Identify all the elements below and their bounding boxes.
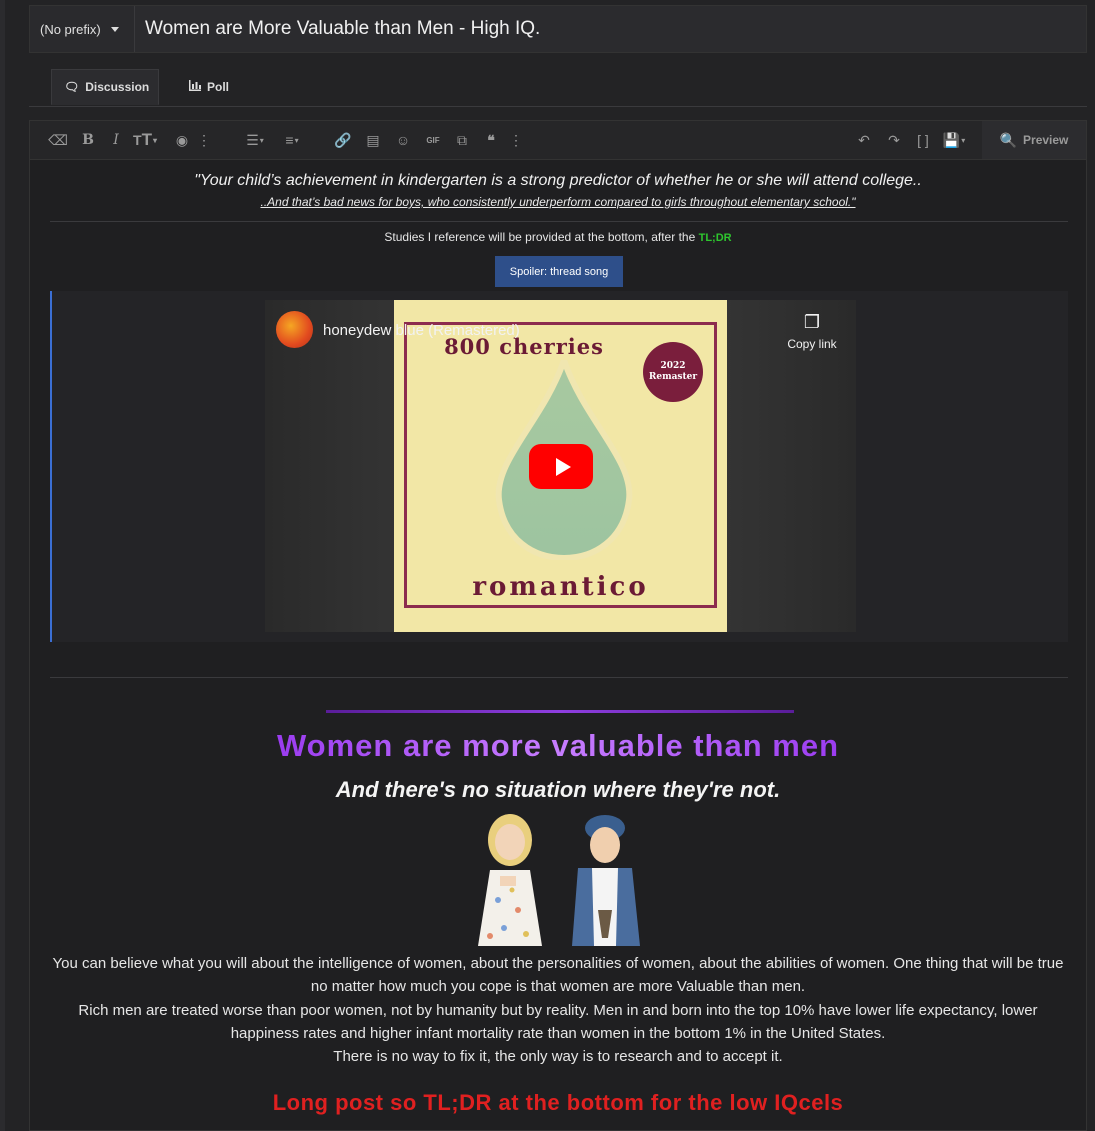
quote-icon[interactable]: ❝ (481, 121, 501, 159)
thread-title-row: (No prefix) (29, 5, 1087, 53)
tldr-notice: Long post so TL;DR at the bottom for the… (272, 1090, 844, 1115)
spoiler-content: 800 cherries 2022 Remaster romantico hon… (50, 291, 1068, 642)
cover-subtitle: romantico (472, 572, 649, 602)
tab-poll[interactable]: Poll (177, 69, 267, 105)
play-icon (555, 457, 571, 476)
undo-icon[interactable]: ↶ (854, 121, 874, 159)
divider (50, 677, 1068, 678)
rich-text-editor: ⌫ B I T T ▾ ◉ ⋮ ☰ ▾ ≡ ▾ 🔗 ▤ ☺ GIF ⧉ ❝ ⋮ ↶ ↷ … (29, 120, 1087, 1131)
media-icon[interactable]: ⧉ (451, 121, 473, 159)
post-heading: Women are more valuable than men (30, 728, 1086, 764)
thread-title-input[interactable] (134, 6, 1086, 52)
studies-tldr: TL;DR (698, 232, 732, 244)
caret-down-icon (110, 26, 119, 32)
gif-icon[interactable]: GIF (422, 121, 444, 159)
comments-icon: 🗨 (64, 80, 80, 94)
paragraph-2: Rich men are treated worse than poor wom… (78, 1002, 1038, 1042)
caret-down-icon: ▾ (259, 135, 264, 145)
paragraph-1: You can believe what you will about the … (52, 955, 1064, 995)
badge-year: 2022 (660, 361, 686, 371)
caret-down-icon: ▾ (294, 135, 299, 145)
post-heading-text: Women are more valuable than men (276, 728, 840, 763)
studies-note: Studies I reference will be provided at … (30, 230, 1086, 244)
youtube-embed[interactable]: 800 cherries 2022 Remaster romantico hon… (265, 300, 856, 632)
list-icon[interactable]: ☰ ▾ (240, 121, 270, 159)
text-size-glyph-2: T (141, 130, 152, 149)
bar-chart-icon (189, 80, 201, 94)
thread-editor-wrapper: (No prefix) 🗨 Discussion Poll ⌫ B I TT▾ … (29, 0, 1087, 1131)
editor-toolbar: ⌫ B I T T ▾ ◉ ⋮ ☰ ▾ ≡ ▾ 🔗 ▤ ☺ GIF ⧉ ❝ ⋮ ↶ ↷ … (30, 121, 1086, 160)
studies-text: Studies I reference will be provided at … (384, 230, 699, 244)
editor-tabs: 🗨 Discussion Poll (29, 68, 1087, 107)
tab-poll-label: Poll (207, 80, 230, 94)
prefix-label: (No prefix) (40, 21, 101, 37)
paragraph-3: There is no way to fix it, the only way … (333, 1048, 783, 1065)
drafts-icon[interactable]: 💾 ▾ (940, 121, 968, 159)
purple-divider (326, 710, 794, 713)
text-size-icon[interactable]: T T ▾ (130, 121, 160, 159)
quote-line-1: "Your child’s achievement in kindergarte… (194, 172, 922, 189)
spoiler-button[interactable]: Spoiler: thread song (495, 256, 623, 287)
preview-label: Preview (1023, 133, 1069, 147)
channel-avatar[interactable] (276, 311, 313, 348)
page-edge (0, 0, 5, 1131)
image-icon[interactable]: ▤ (363, 121, 383, 159)
toggle-bbcode-icon[interactable]: [ ] (913, 121, 933, 159)
tab-discussion[interactable]: 🗨 Discussion (51, 69, 159, 105)
copy-icon: ❐ (803, 312, 821, 332)
children-image (478, 814, 640, 946)
color-icon[interactable]: ◉ (172, 121, 192, 159)
play-button[interactable] (529, 444, 593, 489)
redo-icon[interactable]: ↷ (884, 121, 904, 159)
preview-button[interactable]: 🔍 Preview (982, 121, 1086, 159)
video-title[interactable]: honeydew blue (Remastered) (323, 322, 520, 339)
copy-link-button[interactable]: ❐ Copy link (777, 312, 847, 351)
text-size-glyph: T (133, 132, 142, 148)
prefix-dropdown[interactable]: (No prefix) (30, 6, 134, 52)
more-icon[interactable]: ⋮ (509, 121, 523, 159)
italic-icon[interactable]: I (106, 121, 126, 159)
copy-link-label: Copy link (787, 337, 837, 351)
caret-down-icon: ▾ (152, 135, 157, 145)
bold-icon[interactable]: B (78, 121, 98, 159)
remaster-badge: 2022 Remaster (643, 342, 703, 402)
preview-icon: 🔍 (999, 131, 1018, 148)
eraser-icon[interactable]: ⌫ (48, 121, 68, 159)
align-icon[interactable]: ≡ ▾ (278, 121, 306, 159)
post-subheading: And there's no situation where they're n… (335, 777, 781, 802)
quote-line-2: ..And that’s bad news for boys, who cons… (260, 195, 856, 209)
smilie-icon[interactable]: ☺ (393, 121, 413, 159)
tab-discussion-label: Discussion (85, 80, 150, 94)
divider (50, 221, 1068, 222)
badge-text: Remaster (648, 372, 698, 382)
caret-down-icon: ▾ (961, 135, 966, 145)
spoiler-label: Spoiler: thread song (509, 265, 609, 278)
link-icon[interactable]: 🔗 (333, 121, 353, 159)
more-icon[interactable]: ⋮ (197, 121, 211, 159)
gif-label: GIF (426, 135, 440, 145)
